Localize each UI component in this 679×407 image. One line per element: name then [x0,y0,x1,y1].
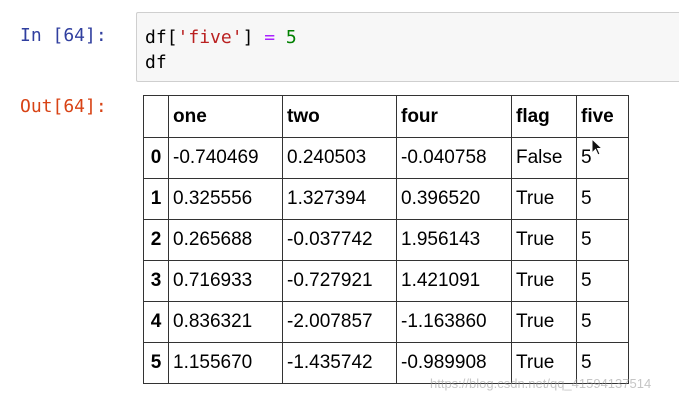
table-cell: -0.037742 [282,219,397,261]
column-header-four: four [396,95,512,138]
table-cell: 1.956143 [396,219,512,261]
table-cell: -2.007857 [282,301,397,343]
code-token-number: 5 [285,27,297,48]
column-header-two: two [282,95,397,138]
table-cell: True [511,260,577,302]
output-prompt: Out[64]: [20,96,107,117]
dataframe-table: one two four flag five 0 -0.740469 0.240… [143,95,629,384]
code-token-bracket-close: ] [242,27,254,48]
table-cell: 1.421091 [396,260,512,302]
table-cell: -1.163860 [396,301,512,343]
table-cell: 0.396520 [396,178,512,220]
row-index: 2 [143,219,169,261]
row-index: 1 [143,178,169,220]
code-line-1: df['five'] = 5 [145,25,679,50]
table-header-row: one two four flag five [143,95,629,138]
table-cell: 0.836321 [168,301,283,343]
table-cell: 0.240503 [282,137,397,179]
row-index: 5 [143,342,169,384]
table-cell: -1.435742 [282,342,397,384]
column-header-five: five [576,95,629,138]
table-row: 2 0.265688 -0.037742 1.956143 True 5 [143,219,629,261]
table-cell: 5 [576,260,629,302]
table-cell: True [511,301,577,343]
input-prompt: In [64]: [20,25,107,46]
table-row: 3 0.716933 -0.727921 1.421091 True 5 [143,260,629,302]
table-cell: -0.727921 [282,260,397,302]
column-header-one: one [168,95,283,138]
code-token-assign: = [253,27,286,48]
table-cell: False [511,137,577,179]
code-token-variable: df [145,27,167,48]
row-index: 0 [143,137,169,179]
watermark: https://blog.csdn.net/qq_41594137514 [430,376,652,391]
table-cell: 0.265688 [168,219,283,261]
table-row: 0 -0.740469 0.240503 -0.040758 False 5 [143,137,629,179]
table-cell: 1.155670 [168,342,283,384]
table-cell: 5 [576,219,629,261]
table-cell: -0.040758 [396,137,512,179]
index-header [143,95,169,138]
code-token-string: 'five' [177,27,243,48]
table-cell: 5 [576,178,629,220]
code-editor[interactable]: df['five'] = 5 df [136,12,679,82]
row-index: 4 [143,301,169,343]
code-line-2: df [145,52,167,73]
table-cell: -0.740469 [168,137,283,179]
column-header-flag: flag [511,95,577,138]
table-cell: 1.327394 [282,178,397,220]
table-cell: 0.325556 [168,178,283,220]
table-row: 1 0.325556 1.327394 0.396520 True 5 [143,178,629,220]
table-cell: 5 [576,301,629,343]
table-cell: 0.716933 [168,260,283,302]
row-index: 3 [143,260,169,302]
mouse-pointer-icon [591,138,603,156]
table-cell: True [511,219,577,261]
table-cell: True [511,178,577,220]
code-token-bracket-open: [ [166,27,178,48]
table-row: 4 0.836321 -2.007857 -1.163860 True 5 [143,301,629,343]
